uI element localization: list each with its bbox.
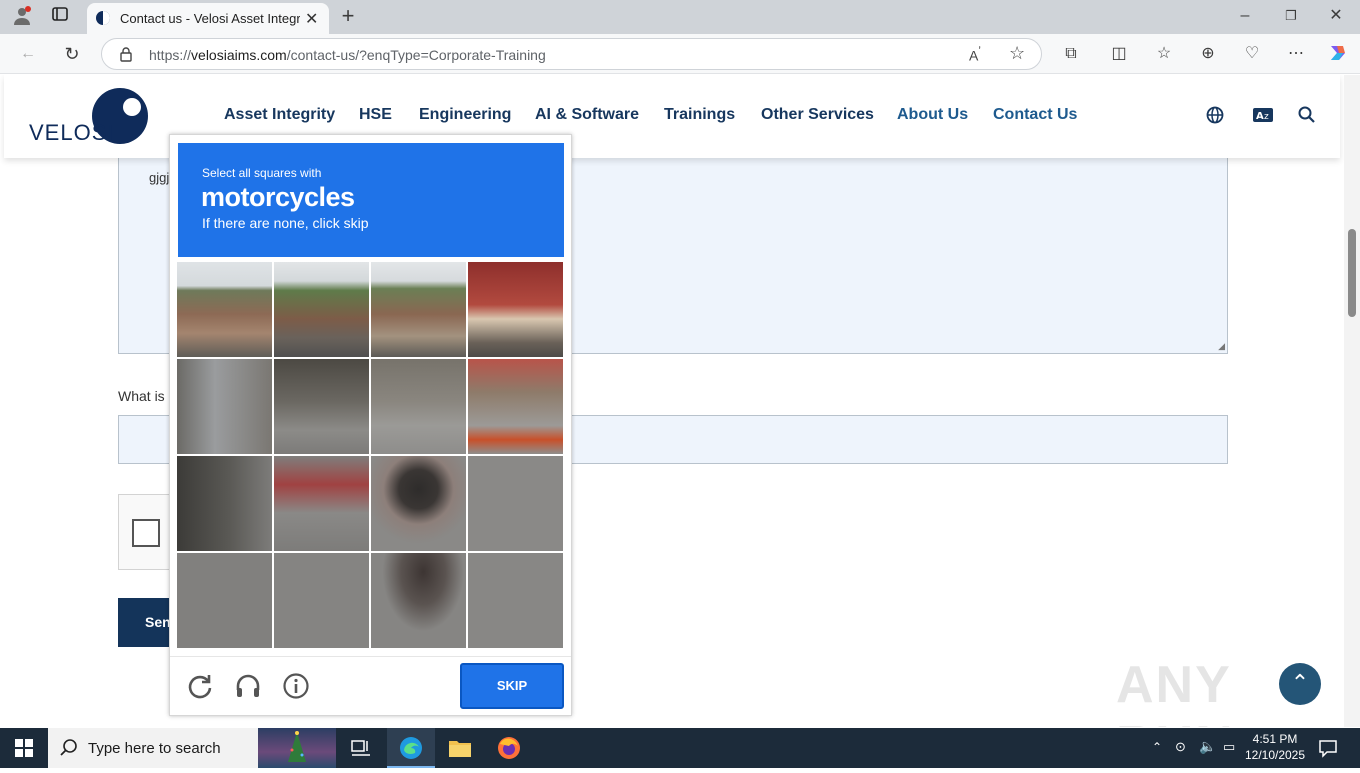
taskbar-clock[interactable]: 4:51 PM 12/10/2025 <box>1240 731 1310 763</box>
captcha-prompt: Select all squares with <box>202 166 322 180</box>
audio-challenge-icon[interactable] <box>234 672 264 702</box>
back-icon[interactable]: ← <box>16 42 40 66</box>
network-icon[interactable]: ▭ <box>1223 739 1235 755</box>
resize-handle-icon[interactable]: ◢ <box>1218 341 1225 352</box>
nav-asset-integrity[interactable]: Asset Integrity <box>224 106 335 124</box>
address-bar[interactable]: https://velosiaims.com/contact-us/?enqTy… <box>101 38 1042 70</box>
captcha-tile-13[interactable] <box>177 553 272 648</box>
captcha-tile-14[interactable] <box>274 553 369 648</box>
nav-other-services[interactable]: Other Services <box>761 106 874 124</box>
copilot-icon[interactable] <box>1326 42 1350 66</box>
globe-icon[interactable] <box>1206 106 1224 129</box>
clock-date: 12/10/2025 <box>1244 748 1306 762</box>
message-text: gjgj <box>149 170 170 185</box>
captcha-tile-7[interactable] <box>371 359 466 454</box>
captcha-image-grid <box>177 262 565 650</box>
favorites-icon[interactable]: ☆ <box>1152 42 1176 66</box>
captcha-tile-3[interactable] <box>371 262 466 357</box>
favorite-star-icon[interactable]: ☆ <box>1009 43 1025 64</box>
windows-start-icon[interactable] <box>15 739 33 762</box>
velosi-logo[interactable]: VELOSI <box>29 87 154 147</box>
skip-button[interactable]: SKIP <box>460 663 564 709</box>
captcha-tile-8[interactable] <box>468 359 563 454</box>
scrollbar-thumb[interactable] <box>1348 229 1356 317</box>
browser-tab-bar: Contact us - Velosi Asset Integrity ✕ + … <box>0 0 1360 34</box>
firefox-icon[interactable] <box>497 736 521 765</box>
tab-title: Contact us - Velosi Asset Integrity <box>120 11 300 26</box>
search-icon <box>60 738 78 761</box>
page-scrollbar[interactable] <box>1344 75 1360 727</box>
captcha-checkbox[interactable] <box>132 519 160 547</box>
svg-text:A: A <box>1256 111 1264 122</box>
nav-engineering[interactable]: Engineering <box>419 106 511 124</box>
captcha-tile-11[interactable] <box>371 456 466 551</box>
task-view-icon[interactable] <box>351 739 371 762</box>
close-window-icon[interactable]: ✕ <box>1324 4 1348 28</box>
collections-icon[interactable]: ⊕ <box>1196 42 1220 66</box>
captcha-tile-12[interactable] <box>468 456 563 551</box>
nav-about-us[interactable]: About Us <box>897 106 968 124</box>
lock-icon[interactable] <box>119 47 133 65</box>
new-tab-icon[interactable]: + <box>336 4 360 28</box>
captcha-tile-10[interactable] <box>274 456 369 551</box>
notifications-icon[interactable] <box>1318 738 1338 763</box>
captcha-tile-6[interactable] <box>274 359 369 454</box>
split-screen-icon[interactable]: ◫ <box>1107 42 1131 66</box>
scroll-to-top-button[interactable]: ⌃ <box>1279 663 1321 705</box>
meet-now-icon[interactable]: ⊙ <box>1175 739 1186 755</box>
logo-text: VELOSI <box>29 120 115 145</box>
refresh-challenge-icon[interactable] <box>186 672 216 702</box>
url-text[interactable]: https://velosiaims.com/contact-us/?enqTy… <box>149 47 546 63</box>
windows-taskbar: Type here to search ⌃ ⊙ 🔈 ▭ 4:51 PM 12/1… <box>0 728 1360 768</box>
minimize-icon[interactable]: – <box>1233 4 1257 28</box>
more-menu-icon[interactable]: ⋯ <box>1284 42 1308 66</box>
nav-trainings[interactable]: Trainings <box>664 106 735 124</box>
svg-text:z: z <box>1264 112 1269 122</box>
tab-actions-icon[interactable] <box>48 5 72 29</box>
captcha-target: motorcycles <box>201 182 355 212</box>
file-explorer-icon[interactable] <box>448 738 472 763</box>
clock-time: 4:51 PM <box>1252 732 1298 746</box>
site-favicon-icon <box>95 10 111 29</box>
search-placeholder: Type here to search <box>88 740 221 757</box>
tab-contact-us[interactable]: Contact us - Velosi Asset Integrity ✕ <box>87 3 329 34</box>
browser-toolbar: ← ↻ https://velosiaims.com/contact-us/?e… <box>0 34 1360 74</box>
profile-icon[interactable] <box>10 5 34 29</box>
info-icon[interactable] <box>282 672 312 702</box>
captcha-subtitle: If there are none, click skip <box>202 215 369 231</box>
extensions-icon[interactable]: ⧉ <box>1059 42 1083 66</box>
refresh-icon[interactable]: ↻ <box>60 42 84 66</box>
restore-icon[interactable]: ❐ <box>1279 4 1303 28</box>
search-highlight-icon[interactable] <box>258 728 336 768</box>
edge-taskbar-icon[interactable] <box>387 728 435 768</box>
question-label: What is <box>118 388 165 404</box>
translate-icon[interactable]: Az <box>1253 108 1273 127</box>
nav-contact-us[interactable]: Contact Us <box>993 106 1077 124</box>
captcha-tile-5[interactable] <box>177 359 272 454</box>
captcha-header: Select all squares with motorcycles If t… <box>178 143 564 257</box>
site-search-icon[interactable] <box>1298 106 1315 128</box>
captcha-tile-16[interactable] <box>468 553 563 648</box>
captcha-tile-15[interactable] <box>371 553 466 648</box>
close-tab-icon[interactable]: ✕ <box>305 9 318 29</box>
nav-ai-software[interactable]: AI & Software <box>535 106 639 124</box>
captcha-tile-1[interactable] <box>177 262 272 357</box>
captcha-footer-divider <box>170 656 571 657</box>
read-aloud-icon[interactable]: Aʼ <box>969 45 981 64</box>
taskbar-search-box[interactable]: Type here to search <box>48 728 336 768</box>
captcha-tile-2[interactable] <box>274 262 369 357</box>
nav-hse[interactable]: HSE <box>359 106 392 124</box>
show-hidden-icons-icon[interactable]: ⌃ <box>1152 740 1162 754</box>
captcha-tile-4[interactable] <box>468 262 563 357</box>
captcha-challenge-popup: Select all squares with motorcycles If t… <box>169 134 572 716</box>
performance-icon[interactable]: ♡ <box>1240 42 1264 66</box>
captcha-tile-9[interactable] <box>177 456 272 551</box>
volume-icon[interactable]: 🔈 <box>1199 738 1216 755</box>
